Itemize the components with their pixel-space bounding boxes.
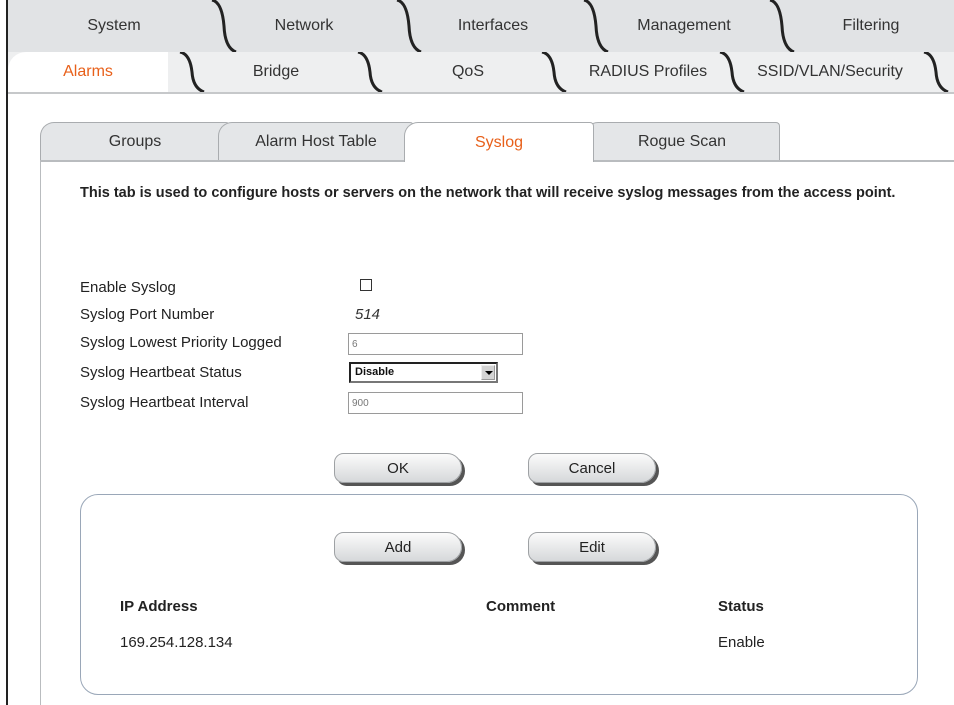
tab-separator [923,52,949,92]
subtab-rogue-scan[interactable]: Rogue Scan [584,122,780,160]
tab-filtering[interactable]: Filtering [806,0,936,52]
tab-network[interactable]: Network [240,0,368,52]
alarm-subtab-bar: Groups Alarm Host Table Syslog Rogue Sca… [40,122,954,162]
tab-separator [357,52,383,92]
tab-separator [211,0,237,52]
tab-radius-profiles[interactable]: RADIUS Profiles [568,52,728,92]
tab-system[interactable]: System [50,0,178,52]
page-description: This tab is used to configure hosts or s… [80,185,896,201]
host-status: Enable [718,634,765,651]
tab-separator [179,52,205,92]
heartbeat-status-select[interactable]: Disable [349,362,498,383]
tab-interfaces[interactable]: Interfaces [428,0,558,52]
content-border [40,160,41,705]
tab-bridge[interactable]: Bridge [216,52,336,92]
tab-alarms[interactable]: Alarms [8,52,168,92]
heartbeat-status-label: Syslog Heartbeat Status [80,364,242,381]
syslog-port-value: 514 [355,306,381,323]
tab-management[interactable]: Management [614,0,754,52]
column-header-ip-address: IP Address [120,598,198,615]
ok-button[interactable]: OK [334,453,462,483]
sub-tab-bar: Alarms Bridge QoS RADIUS Profiles SSID/V… [8,52,954,92]
priority-input[interactable] [348,333,523,355]
heartbeat-interval-input[interactable] [348,392,523,414]
edit-button[interactable]: Edit [528,532,656,562]
tab-qos[interactable]: QoS [398,52,538,92]
heartbeat-interval-label: Syslog Heartbeat Interval [80,394,249,411]
heartbeat-status-value: Disable [355,366,395,378]
tab-separator [396,0,422,52]
subtab-groups[interactable]: Groups [40,122,230,160]
tab-bar-divider [8,92,954,94]
enable-syslog-checkbox[interactable] [360,279,372,291]
add-button[interactable]: Add [334,532,462,562]
tab-ssid-vlan-security[interactable]: SSID/VLAN/Security [742,52,918,92]
enable-syslog-label: Enable Syslog [80,279,176,296]
column-header-status: Status [718,598,764,615]
cancel-button[interactable]: Cancel [528,453,656,483]
subtab-alarm-host-table[interactable]: Alarm Host Table [218,122,414,160]
subtab-syslog[interactable]: Syslog [404,122,594,162]
priority-label: Syslog Lowest Priority Logged [80,334,282,351]
host-ip-address[interactable]: 169.254.128.134 [120,634,233,651]
window-left-border [6,0,8,705]
tab-separator [583,0,609,52]
column-header-comment: Comment [486,598,556,615]
tab-separator [769,0,795,52]
dropdown-arrow-icon[interactable] [481,365,495,380]
main-tab-bar: System Network Interfaces Management Fil… [8,0,954,53]
tab-separator [541,52,567,92]
syslog-hosts-panel [80,494,918,695]
syslog-port-label: Syslog Port Number [80,306,215,323]
